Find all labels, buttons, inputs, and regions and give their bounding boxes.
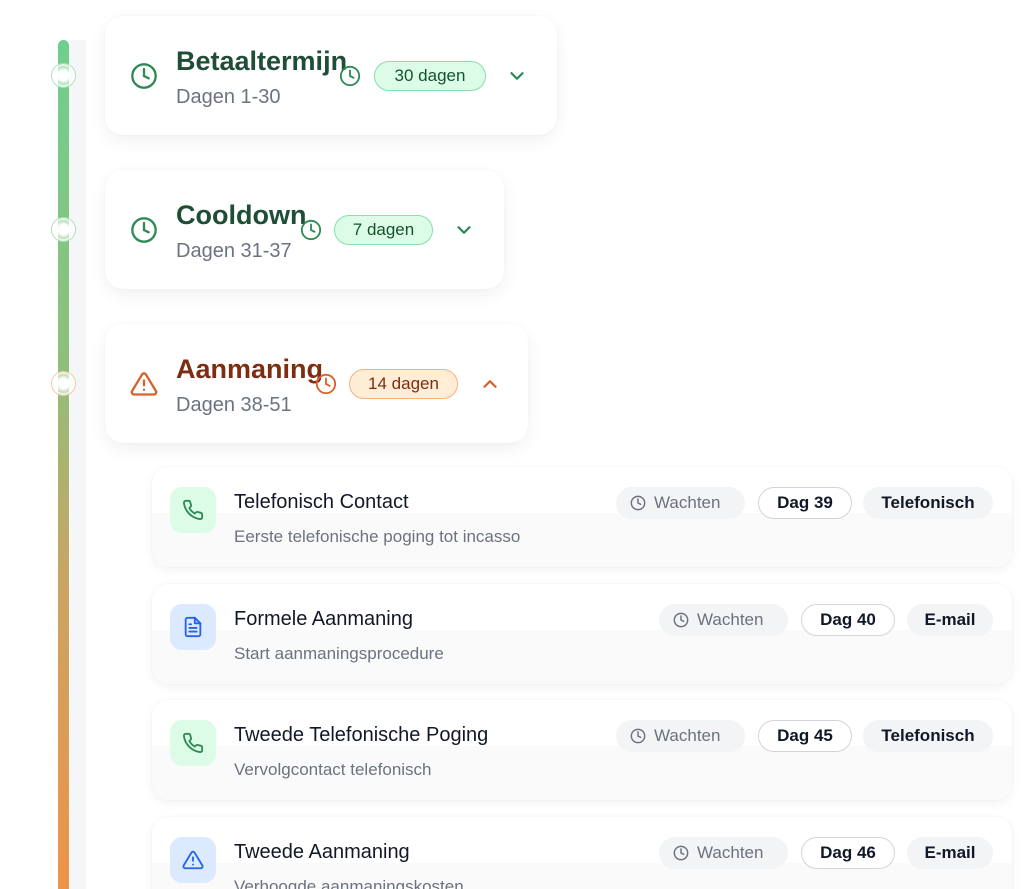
clock-icon <box>630 728 646 744</box>
status-label: Wachten <box>654 493 721 512</box>
phase-title: Betaaltermijn <box>176 46 348 76</box>
step-icon-box <box>170 720 216 766</box>
status-badge: Wachten <box>659 837 788 869</box>
step-card[interactable]: Tweede Aanmaning Verhoogde aanmaningskos… <box>152 817 1012 889</box>
step-icon-box <box>170 837 216 883</box>
status-label: Wachten <box>697 610 764 629</box>
clock-icon <box>131 63 157 89</box>
step-description: Eerste telefonische poging tot incasso <box>234 527 521 546</box>
document-icon <box>184 616 202 638</box>
day-badge: Dag 40 <box>801 604 895 636</box>
day-badge: Dag 45 <box>758 720 852 752</box>
phase-card-betaaltermijn[interactable]: Betaaltermijn Dagen 1-30 30 dagen <box>105 16 557 135</box>
step-icon-box <box>170 487 216 533</box>
status-label: Wachten <box>654 726 721 745</box>
clock-icon <box>339 65 361 87</box>
status-badge: Wachten <box>616 487 745 519</box>
step-description: Vervolgcontact telefonisch <box>234 760 432 779</box>
timeline-dot-betaaltermijn <box>52 64 75 87</box>
phase-subtitle: Dagen 38-51 <box>176 394 292 416</box>
duration-badge: 30 dagen <box>374 61 486 91</box>
step-card[interactable]: Telefonisch Contact Eerste telefonische … <box>152 467 1012 567</box>
channel-badge: Telefonisch <box>863 487 993 519</box>
duration-badge: 14 dagen <box>349 369 458 399</box>
chevron-up-icon[interactable] <box>479 373 501 395</box>
timeline-rail-shadow <box>70 40 86 889</box>
step-card[interactable]: Formele Aanmaning Start aanmaningsproced… <box>152 584 1012 684</box>
day-badge: Dag 46 <box>801 837 895 869</box>
status-label: Wachten <box>697 843 764 862</box>
phase-card-aanmaning[interactable]: Aanmaning Dagen 38-51 14 dagen <box>105 324 528 443</box>
status-badge: Wachten <box>616 720 745 752</box>
clock-icon <box>315 373 337 395</box>
phone-icon <box>183 499 204 520</box>
warning-icon <box>130 372 158 396</box>
channel-badge: Telefonisch <box>863 720 993 752</box>
clock-icon <box>131 217 157 243</box>
clock-icon <box>673 612 689 628</box>
phase-card-cooldown[interactable]: Cooldown Dagen 31-37 7 dagen <box>105 170 504 289</box>
warning-icon <box>182 850 204 870</box>
phase-title: Aanmaning <box>176 354 324 384</box>
step-card[interactable]: Tweede Telefonische Poging Vervolgcontac… <box>152 700 1012 800</box>
step-description: Start aanmaningsprocedure <box>234 644 444 663</box>
chevron-down-icon[interactable] <box>453 219 475 241</box>
step-title: Formele Aanmaning <box>234 608 413 630</box>
clock-icon <box>300 219 322 241</box>
channel-badge: E-mail <box>907 837 993 869</box>
timeline-rail <box>58 40 69 889</box>
step-icon-box <box>170 604 216 650</box>
chevron-down-icon[interactable] <box>506 65 528 87</box>
phase-title: Cooldown <box>176 200 307 230</box>
phase-subtitle: Dagen 31-37 <box>176 240 292 262</box>
phone-icon <box>183 732 204 753</box>
timeline-dot-aanmaning <box>52 372 75 395</box>
step-title: Tweede Telefonische Poging <box>234 724 489 746</box>
clock-icon <box>673 845 689 861</box>
step-description: Verhoogde aanmaningskosten <box>234 877 464 889</box>
status-badge: Wachten <box>659 604 788 636</box>
channel-badge: E-mail <box>907 604 993 636</box>
step-title: Tweede Aanmaning <box>234 841 410 863</box>
duration-badge: 7 dagen <box>334 215 433 245</box>
phase-subtitle: Dagen 1-30 <box>176 86 281 108</box>
timeline-dot-cooldown <box>52 218 75 241</box>
day-badge: Dag 39 <box>758 487 852 519</box>
clock-icon <box>630 495 646 511</box>
step-title: Telefonisch Contact <box>234 491 409 513</box>
